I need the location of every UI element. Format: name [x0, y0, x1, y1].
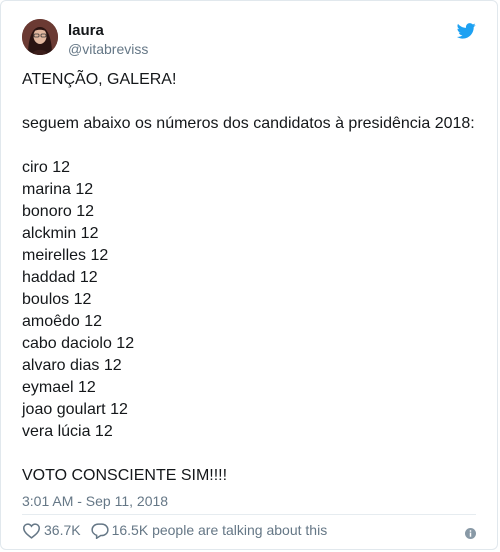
like-count: 36.7K	[44, 522, 81, 538]
tweet-line: ciro 12	[22, 159, 71, 176]
divider	[22, 514, 476, 515]
user-handle[interactable]: @vitabreviss	[68, 41, 148, 58]
tweet-line: vera lúcia 12	[22, 423, 113, 440]
reply-bubble-icon	[90, 522, 109, 539]
tweet-line: VOTO CONSCIENTE SIM!!!!	[22, 467, 228, 484]
tweet-line: ATENÇÃO, GALERA!	[22, 71, 177, 88]
like-button[interactable]: 36.7K	[22, 522, 81, 539]
avatar[interactable]	[22, 19, 58, 55]
tweet-line: boulos 12	[22, 291, 92, 308]
tweet-line: haddad 12	[22, 269, 98, 286]
tweet-line: marina 12	[22, 181, 94, 198]
tweet-text: ATENÇÃO, GALERA! seguem abaixo os número…	[22, 69, 482, 487]
user-name[interactable]: laura	[68, 22, 104, 40]
tweet-timestamp[interactable]: 3:01 AM - Sep 11, 2018	[22, 493, 168, 510]
tweet-line: bonoro 12	[22, 203, 95, 220]
tweet-line: cabo daciolo 12	[22, 335, 135, 352]
twitter-bird-icon[interactable]	[456, 23, 476, 39]
tweet-line: amoêdo 12	[22, 313, 103, 330]
tweet-line: joao goulart 12	[22, 401, 128, 418]
reply-button[interactable]: 16.5K people are talking about this	[90, 522, 328, 539]
tweet-line: alvaro dias 12	[22, 357, 122, 374]
tweet-line: seguem abaixo os números dos candidatos …	[22, 115, 475, 132]
tweet-line: eymael 12	[22, 379, 96, 396]
info-icon[interactable]	[465, 526, 476, 539]
tweet-line: alckmin 12	[22, 225, 99, 242]
talking-count: 16.5K people are talking about this	[111, 522, 328, 538]
tweet-card: laura @vitabreviss ATENÇÃO, GALERA! segu…	[0, 0, 498, 550]
tweet-actions: 36.7K 16.5K people are talking about thi…	[22, 521, 327, 539]
tweet-line: meirelles 12	[22, 247, 109, 264]
heart-icon	[22, 522, 41, 539]
